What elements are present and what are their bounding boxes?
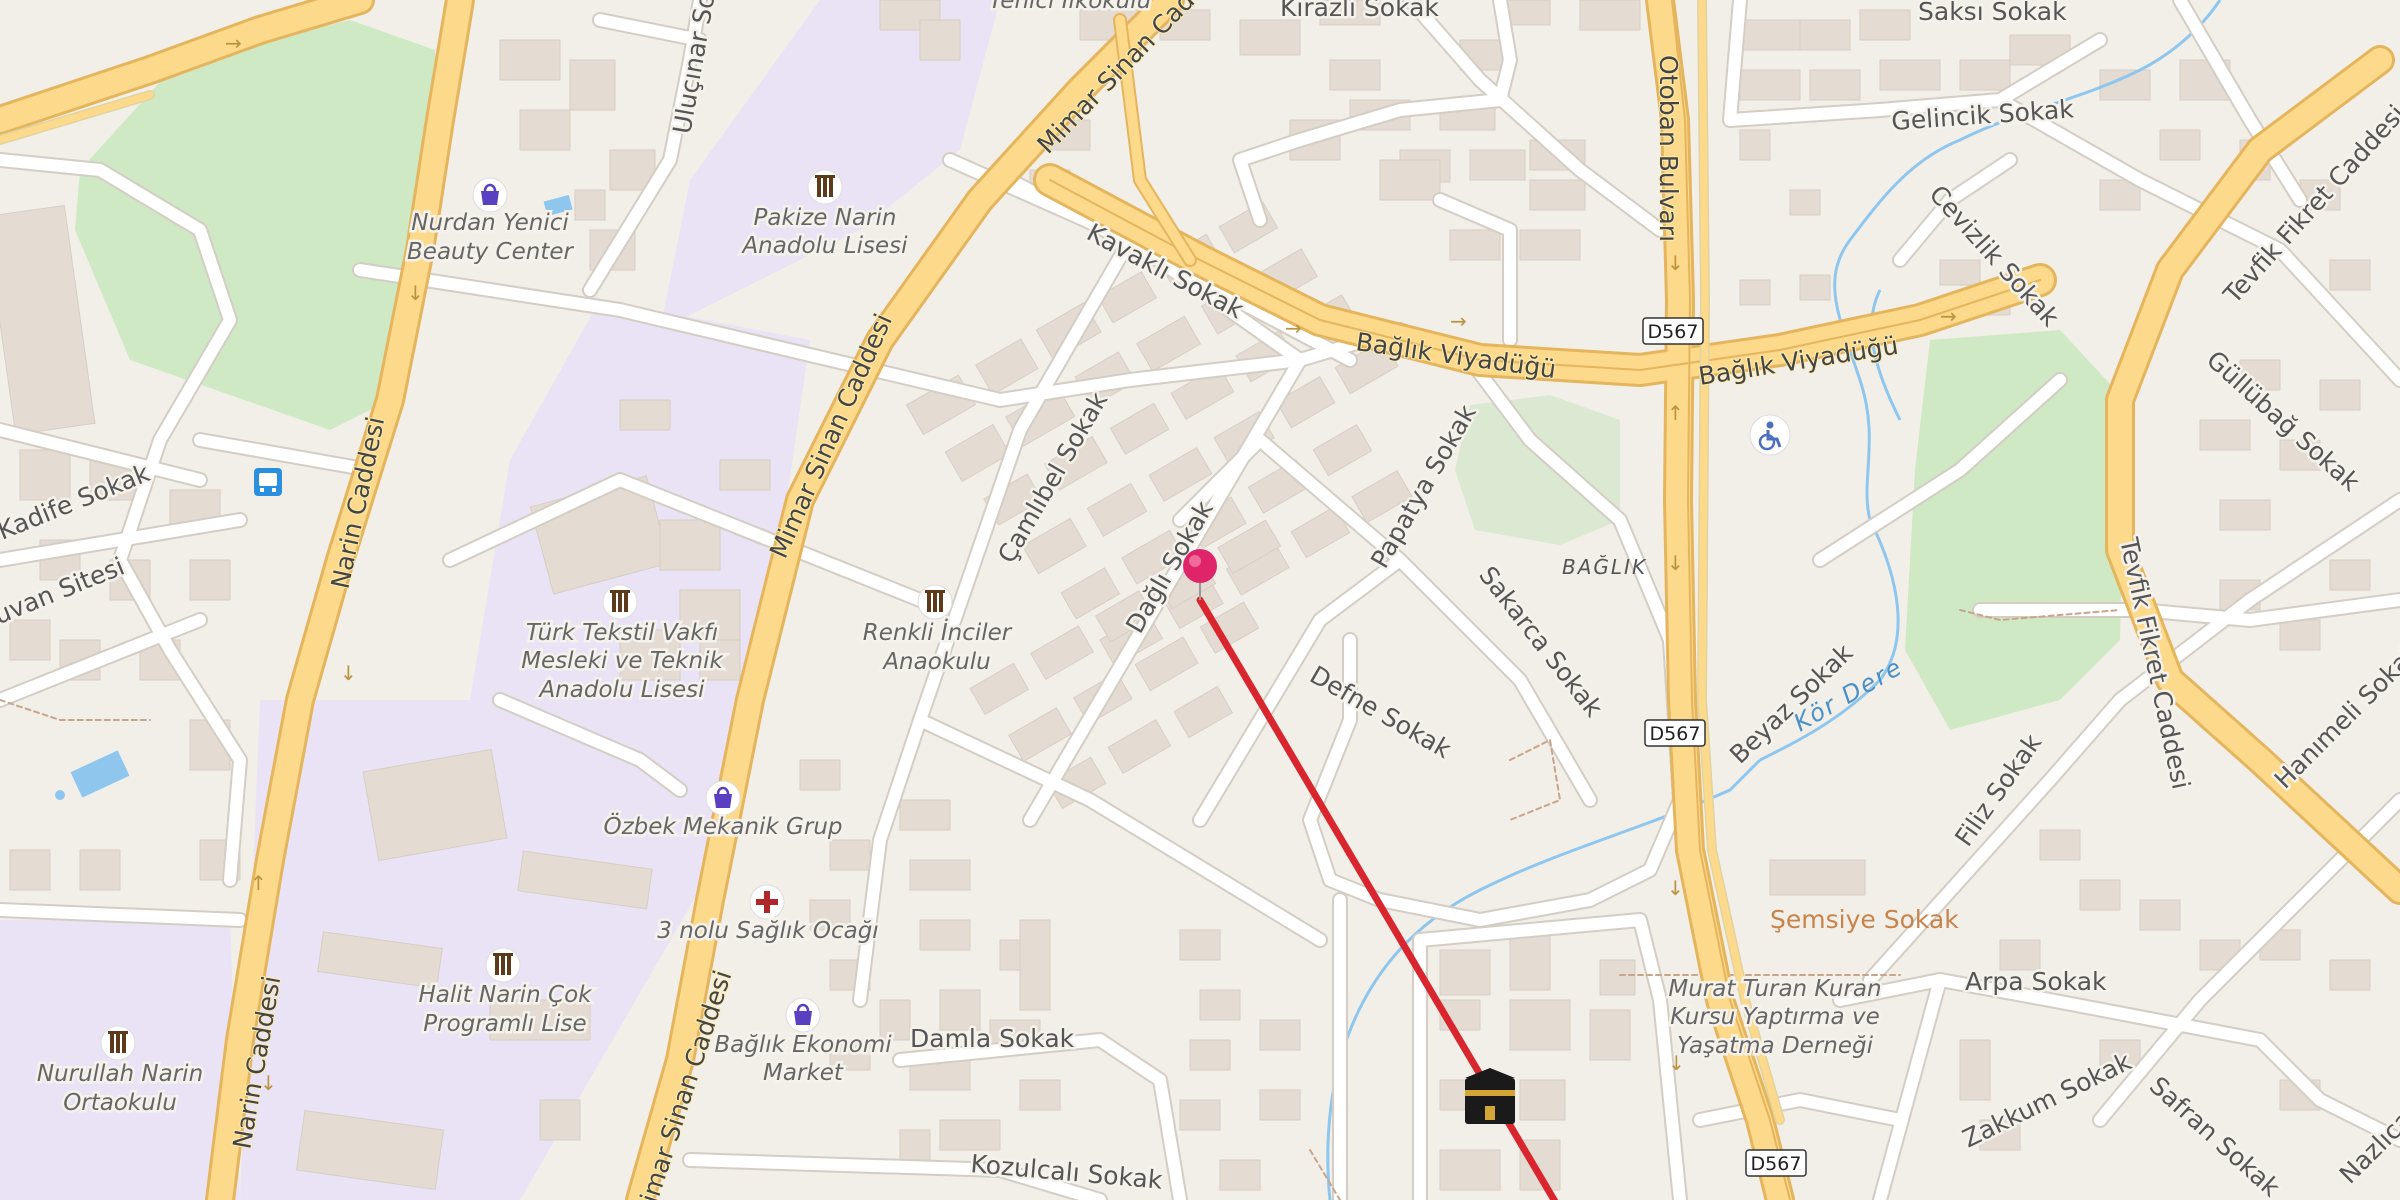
- poi-murat-turan[interactable]: Murat Turan Kuran Kursu Yaptırma ve Yaşa…: [1666, 974, 1884, 1062]
- svg-text:Murat Turan Kuran: Murat Turan Kuran: [1668, 976, 1881, 1002]
- svg-text:Mesleki ve Teknik: Mesleki ve Teknik: [521, 648, 724, 674]
- shopping-bag-icon: [705, 780, 741, 816]
- svg-text:Pakize Narin: Pakize Narin: [754, 205, 897, 231]
- svg-text:Anadolu Lisesi: Anadolu Lisesi: [537, 677, 705, 703]
- svg-text:↑: ↑: [1667, 401, 1684, 425]
- school-icon: [917, 584, 953, 620]
- svg-text:→: →: [1940, 304, 1957, 328]
- shopping-bag-icon: [785, 997, 821, 1033]
- svg-text:→: →: [225, 31, 242, 55]
- svg-text:Bağlık Ekonomi: Bağlık Ekonomi: [714, 1032, 892, 1058]
- bus-stop-icon[interactable]: [254, 468, 282, 496]
- map-canvas[interactable]: → → ↓↓↓↑ ↓↓↓↑ ↓→→ D567 D567 D567 Mimar Si…: [0, 0, 2400, 1200]
- health-cross-icon: [749, 884, 785, 920]
- street-label-kirazli: Kirazlı Sokak: [1280, 0, 1439, 22]
- kaaba-icon[interactable]: [1465, 1068, 1515, 1124]
- shopping-bag-icon: [472, 177, 508, 213]
- svg-text:Beauty Center: Beauty Center: [407, 239, 574, 265]
- poi-label-yenici-ilkokulu[interactable]: Yenici İlkokulu: [986, 0, 1153, 17]
- svg-text:3 nolu Sağlık Ocağı: 3 nolu Sağlık Ocağı: [657, 918, 878, 944]
- school-icon: [100, 1025, 136, 1061]
- svg-text:↓: ↓: [407, 281, 424, 305]
- street-label-saksi: Saksı Sokak: [1918, 0, 2067, 26]
- svg-text:↓: ↓: [340, 661, 357, 685]
- svg-text:Anaokulu: Anaokulu: [881, 649, 990, 675]
- road-shield-d567-middle: D567: [1644, 719, 1706, 747]
- street-label-semsiye: Şemsiye Sokak: [1770, 905, 1959, 934]
- svg-text:→: →: [1285, 316, 1302, 340]
- svg-text:Yaşatma Derneği: Yaşatma Derneği: [1677, 1033, 1874, 1059]
- svg-text:↓: ↓: [1667, 876, 1684, 900]
- svg-text:Market: Market: [763, 1060, 844, 1086]
- svg-text:Nurullah Narin: Nurullah Narin: [37, 1061, 203, 1087]
- svg-text:↓: ↓: [1667, 551, 1684, 575]
- school-icon: [602, 584, 638, 620]
- svg-text:Ortaokulu: Ortaokulu: [63, 1090, 177, 1116]
- school-icon: [807, 169, 843, 205]
- wheelchair-icon[interactable]: [1749, 414, 1791, 456]
- road-shield-d567-top: D567: [1642, 317, 1704, 345]
- svg-text:↑: ↑: [250, 871, 267, 895]
- street-label-damla: Damla Sokak: [910, 1024, 1075, 1053]
- svg-text:Halit Narin Çok: Halit Narin Çok: [419, 982, 594, 1008]
- road-shield-d567-bottom: D567: [1745, 1149, 1807, 1177]
- svg-text:→: →: [1450, 309, 1467, 333]
- map-view[interactable]: → → ↓ ↓ ↓ ↑ ↓ ↓ ↓ ↑ ↓ → → D567 D567 D567 Mimar Si…: [0, 0, 2400, 1200]
- svg-text:D567: D567: [1648, 321, 1699, 343]
- svg-text:Renkli İnciler: Renkli İnciler: [863, 618, 1013, 646]
- street-label-arpa: Arpa Sokak: [1965, 967, 2107, 996]
- place-label-baglik: BAĞLIK: [1562, 555, 1647, 579]
- svg-text:D567: D567: [1650, 723, 1701, 745]
- svg-text:Anadolu Lisesi: Anadolu Lisesi: [740, 233, 908, 259]
- svg-text:Programlı Lise: Programlı Lise: [423, 1011, 586, 1037]
- svg-text:Türk Tekstil Vakfı: Türk Tekstil Vakfı: [526, 620, 718, 646]
- school-icon: [485, 947, 521, 983]
- street-label-otoban: Otoban Bulvarı: [1654, 55, 1683, 242]
- svg-text:↓: ↓: [1667, 251, 1684, 275]
- svg-text:Kursu Yaptırma ve: Kursu Yaptırma ve: [1670, 1004, 1879, 1030]
- svg-text:D567: D567: [1751, 1153, 1802, 1175]
- svg-text:Nurdan Yenici: Nurdan Yenici: [411, 210, 569, 236]
- svg-text:Özbek Mekanik Grup: Özbek Mekanik Grup: [603, 812, 842, 840]
